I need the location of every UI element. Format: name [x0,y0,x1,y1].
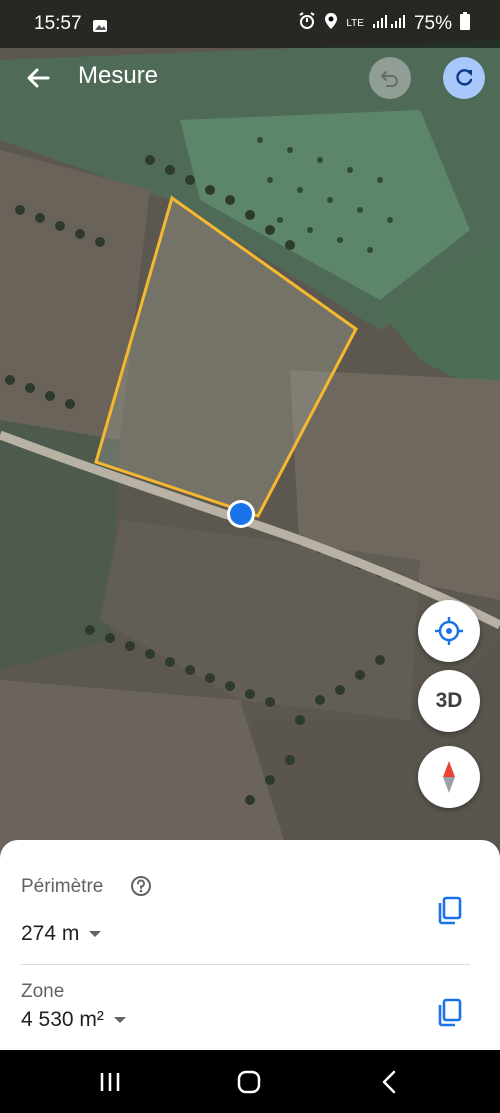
redo-icon [456,69,473,86]
back-nav-button[interactable] [376,1068,404,1096]
perimeter-value: 274 m [21,922,80,945]
my-location-button[interactable] [418,600,480,662]
app-header: Mesure [0,48,500,108]
system-nav-bar [0,1050,500,1113]
help-circle-icon [131,876,151,896]
gallery-notification-icon [92,17,108,32]
3d-toggle-button[interactable]: 3D [418,670,480,732]
measurement-sheet: Périmètre 274 m Zone 4 530 m² [0,840,500,1050]
back-button[interactable] [22,62,54,94]
help-button[interactable] [130,875,152,897]
divider [20,964,470,965]
redo-button[interactable] [443,57,485,99]
location-pin-icon [324,12,338,36]
chevron-down-icon [89,931,102,937]
crosshair-icon [435,617,463,645]
compass-icon [443,761,455,793]
compass-button[interactable] [418,746,480,808]
home-button[interactable] [235,1068,263,1096]
satellite-map[interactable] [0,0,500,860]
perimeter-label: Périmètre [21,876,104,897]
status-time: 15:57 [34,13,82,34]
copy-icon [438,896,462,925]
copy-perimeter-button[interactable] [434,894,466,926]
battery-percent: 75% [413,13,452,34]
area-label: Zone [21,981,65,1002]
area-value: 4 530 m² [21,1008,104,1031]
page-title: Mesure [78,62,159,89]
area-value-dropdown[interactable]: 4 530 m² [21,1008,126,1032]
map-imagery [0,0,500,860]
undo-icon [381,71,398,87]
copy-icon [438,998,462,1027]
recent-apps-icon [100,1073,120,1091]
signal-icon [372,13,406,35]
recent-apps-button[interactable] [96,1068,124,1096]
status-bar: 15:57 LTE 75% [0,0,500,48]
battery-icon [460,12,470,36]
arrow-left-icon [27,68,50,88]
copy-area-button[interactable] [434,996,466,1028]
perimeter-value-dropdown[interactable]: 274 m [21,922,102,946]
chevron-left-icon [382,1070,396,1094]
undo-button[interactable] [369,57,411,99]
3d-label: 3D [435,689,463,712]
network-type: LTE [346,18,364,29]
chevron-down-icon [113,1017,126,1023]
alarm-icon [298,12,316,36]
home-icon [237,1070,261,1094]
current-location-dot [230,503,252,525]
